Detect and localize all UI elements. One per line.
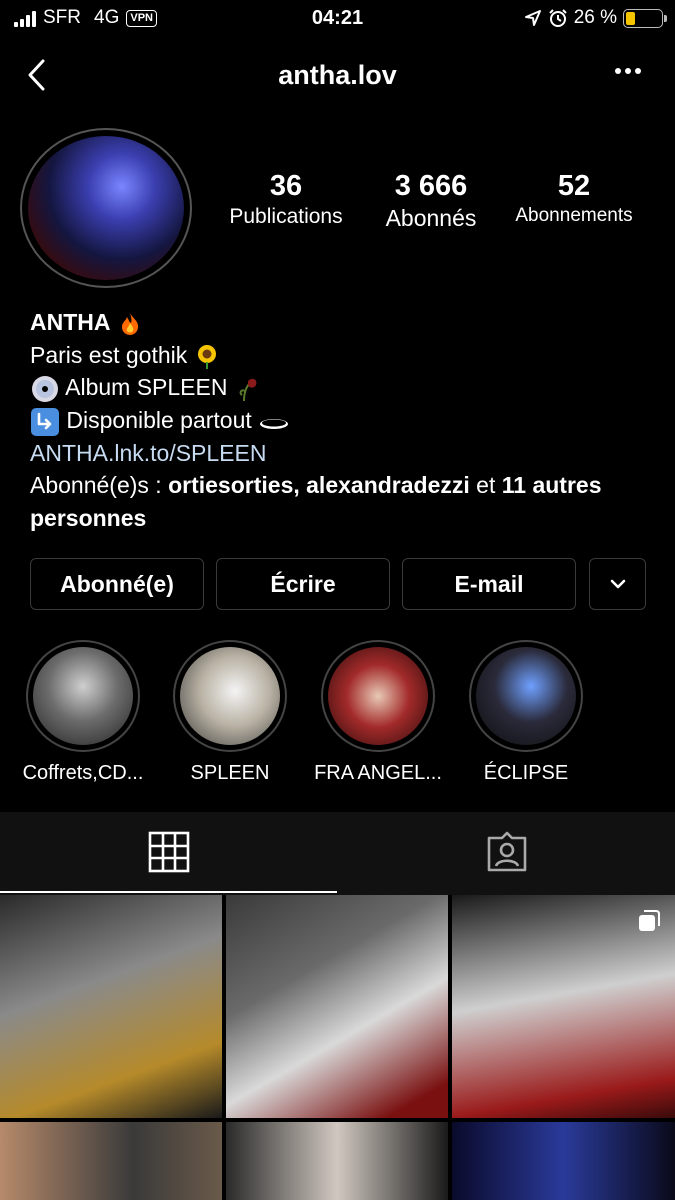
post-thumbnail[interactable]: [226, 1122, 448, 1200]
avatar-photo: [28, 136, 184, 280]
location-arrow-icon: [524, 10, 541, 26]
profile-stats: 36 Publications 3 666 Abonnés 52 Abonnem…: [210, 170, 655, 240]
highlight-cover: [180, 647, 280, 745]
tab-tagged[interactable]: [338, 812, 675, 892]
bio-line-2: Album SPLEEN: [65, 374, 228, 400]
followed-by-names: ortiesorties, alexandradezzi: [168, 472, 470, 499]
highlight-cover: [33, 647, 133, 745]
wilted-rose-icon: [239, 378, 257, 401]
signal-icon: [14, 10, 36, 27]
network-label: 4G: [94, 7, 120, 28]
fire-icon: [121, 312, 139, 335]
stat-following-label: Abonnements: [515, 205, 633, 226]
posts-grid: [0, 895, 675, 1200]
profile-header: antha.lov: [0, 50, 675, 102]
highlight-label: ÉCLIPSE: [483, 762, 569, 784]
highlight-label: SPLEEN: [190, 762, 270, 784]
post-thumbnail[interactable]: [226, 895, 448, 1118]
more-options-icon[interactable]: [615, 68, 641, 74]
stat-following[interactable]: 52 Abonnements: [504, 170, 644, 227]
hole-icon: [260, 418, 289, 429]
post-thumbnail[interactable]: [452, 895, 675, 1118]
followed-by-and: et: [469, 472, 502, 499]
highlight-cover: [328, 647, 428, 745]
followed-by[interactable]: Abonné(e)s : ortiesorties, alexandradezz…: [30, 469, 650, 534]
message-button[interactable]: Écrire: [216, 558, 390, 610]
stat-posts-label: Publications: [229, 205, 343, 228]
highlight-item[interactable]: ÉCLIPSE: [451, 640, 601, 785]
disc-icon: [32, 375, 58, 402]
stat-posts-count: 36: [269, 170, 303, 202]
stat-following-count: 52: [557, 170, 591, 202]
post-thumbnail[interactable]: [0, 1122, 222, 1200]
stat-followers-count: 3 666: [394, 170, 468, 202]
battery-percent: 26 %: [573, 7, 617, 28]
stat-followers[interactable]: 3 666 Abonnés: [370, 170, 492, 232]
profile-actions: Abonné(e) Écrire E-mail: [30, 558, 647, 610]
multiple-posts-icon: [639, 910, 660, 931]
suggestions-button[interactable]: [589, 558, 646, 610]
highlight-label: FRA ANGEL...: [314, 762, 442, 784]
arrow-down-right-icon: [31, 407, 59, 436]
battery-icon: [623, 8, 667, 28]
back-chevron-icon[interactable]: [22, 55, 52, 95]
stat-posts[interactable]: 36 Publications: [210, 170, 362, 229]
bio-link[interactable]: ANTHA.lnk.to/SPLEEN: [30, 440, 266, 466]
email-button[interactable]: E-mail: [402, 558, 576, 610]
followed-by-prefix: Abonné(e)s :: [30, 472, 169, 499]
story-highlights: Coffrets,CD... SPLEEN FRA ANGEL... ÉCLIP…: [0, 640, 675, 800]
highlight-cover: [476, 647, 576, 745]
display-name: ANTHA: [30, 309, 111, 335]
status-bar: SFR 4G VPN 04:21 26 %: [0, 0, 675, 38]
profile-avatar[interactable]: [20, 128, 192, 288]
grid-icon: [148, 831, 189, 873]
bio-line-3: Disponible partout: [66, 406, 252, 433]
highlight-item[interactable]: FRA ANGEL...: [303, 640, 453, 785]
highlight-item[interactable]: SPLEEN: [155, 640, 305, 785]
following-button[interactable]: Abonné(e): [30, 558, 204, 610]
stat-followers-label: Abonnés: [385, 205, 477, 231]
highlight-item[interactable]: Coffrets,CD...: [8, 640, 158, 785]
chevron-down-icon: [610, 579, 625, 589]
alarm-icon: [548, 9, 567, 27]
tagged-icon: [487, 831, 526, 872]
post-thumbnail[interactable]: [0, 895, 222, 1118]
vpn-badge: VPN: [126, 9, 157, 27]
profile-bio: ANTHA Paris est gothik Album SPLEEN Disp…: [30, 306, 650, 534]
profile-username: antha.lov: [278, 60, 397, 90]
active-tab-indicator: [0, 891, 337, 893]
sunflower-icon: [197, 345, 216, 370]
carrier-label: SFR: [43, 7, 81, 28]
highlight-label: Coffrets,CD...: [22, 762, 144, 784]
tab-grid[interactable]: [0, 812, 337, 892]
post-thumbnail[interactable]: [452, 1122, 675, 1200]
bio-line-1: Paris est gothik: [30, 341, 188, 368]
